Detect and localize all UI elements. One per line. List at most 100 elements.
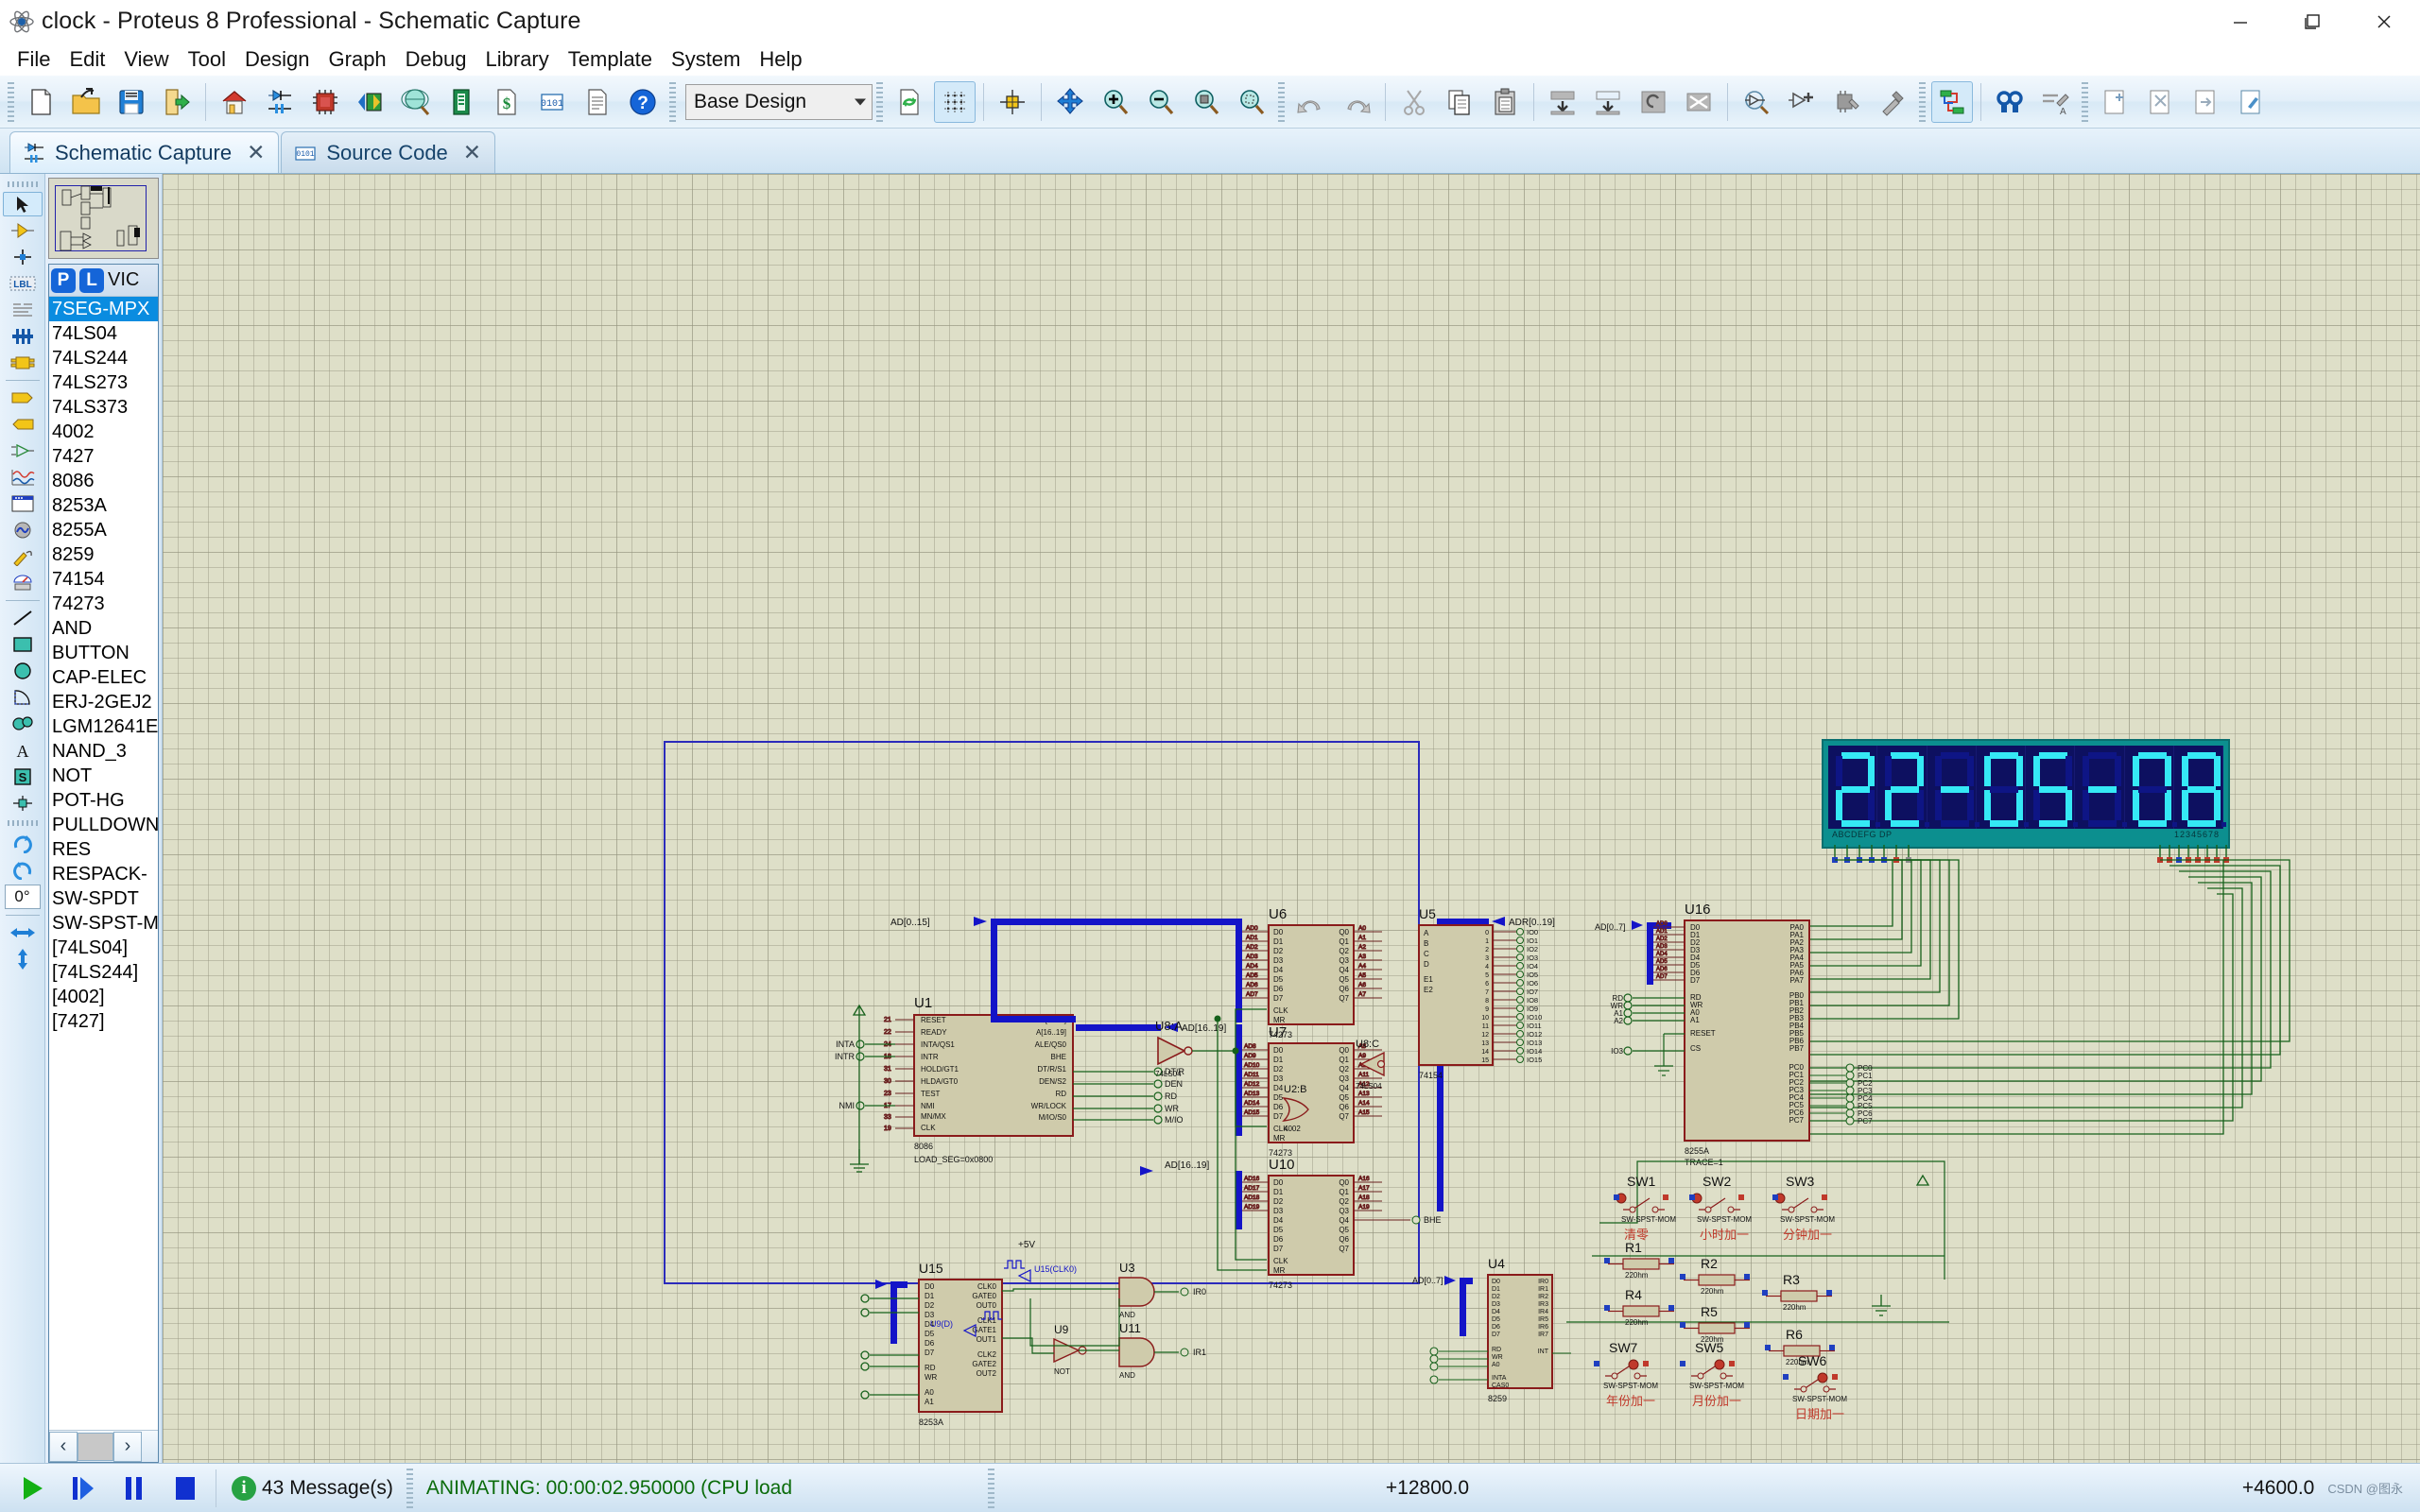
exit-icon[interactable] xyxy=(156,81,198,123)
device-list-item[interactable]: [7427] xyxy=(49,1009,158,1034)
device-list-item[interactable]: 74LS373 xyxy=(49,395,158,420)
path-tool-icon[interactable] xyxy=(3,712,43,736)
terminals-mode-icon-2[interactable] xyxy=(3,412,43,437)
menu-library[interactable]: Library xyxy=(476,45,559,74)
new-sheet-icon[interactable] xyxy=(2094,81,2135,123)
remove-sheet-icon[interactable] xyxy=(2139,81,2181,123)
device-pin-mode-icon[interactable] xyxy=(3,438,43,463)
pan-icon[interactable] xyxy=(1049,81,1091,123)
block-delete-icon[interactable] xyxy=(1678,81,1720,123)
menu-graph[interactable]: Graph xyxy=(320,45,396,74)
bill-of-materials-icon[interactable]: $ xyxy=(486,81,527,123)
redo-icon[interactable] xyxy=(1336,81,1377,123)
marker-tool-icon[interactable] xyxy=(3,791,43,816)
menu-debug[interactable]: Debug xyxy=(396,45,476,74)
close-button[interactable] xyxy=(2348,0,2420,43)
block-copy-icon[interactable] xyxy=(1542,81,1583,123)
menu-template[interactable]: Template xyxy=(559,45,662,74)
maximize-button[interactable] xyxy=(2276,0,2348,43)
graph-mode-icon[interactable] xyxy=(3,465,43,490)
cut-icon[interactable] xyxy=(1393,81,1435,123)
device-list-item[interactable]: 8086 xyxy=(49,469,158,493)
tab-schematic-capture[interactable]: Schematic Capture ✕ xyxy=(9,131,279,173)
help-icon[interactable]: ? xyxy=(622,81,664,123)
object-selector-hscrollbar[interactable]: ‹ › xyxy=(49,1430,158,1462)
pause-icon[interactable] xyxy=(108,1467,159,1510)
device-list-item[interactable]: 8259 xyxy=(49,542,158,567)
copy-icon[interactable] xyxy=(1439,81,1480,123)
refresh-icon[interactable] xyxy=(889,81,930,123)
toolbar-grip-4[interactable] xyxy=(1278,82,1285,122)
exit-sheet-icon[interactable] xyxy=(2185,81,2226,123)
menu-tool[interactable]: Tool xyxy=(179,45,235,74)
rotate-counterclockwise-icon[interactable] xyxy=(3,857,43,882)
close-icon[interactable]: ✕ xyxy=(463,140,481,165)
packaging-tool-icon[interactable] xyxy=(1826,81,1868,123)
gerber-viewer-icon[interactable] xyxy=(395,81,437,123)
device-list-item[interactable]: 74154 xyxy=(49,567,158,592)
mirror-horizontal-icon[interactable] xyxy=(3,920,43,945)
device-list-item[interactable]: 4002 xyxy=(49,420,158,444)
tape-recorder-icon[interactable] xyxy=(3,491,43,516)
rotate-clockwise-icon[interactable] xyxy=(3,831,43,855)
zoom-sheet-icon[interactable] xyxy=(1185,81,1227,123)
search-tag-icon[interactable] xyxy=(1989,81,2031,123)
library-button[interactable]: L xyxy=(79,268,104,293)
circle-tool-icon[interactable] xyxy=(3,659,43,683)
scroll-right-button[interactable]: › xyxy=(113,1432,142,1462)
text-script-mode-icon[interactable] xyxy=(3,298,43,322)
text-tool-icon[interactable]: A xyxy=(3,738,43,763)
block-move-icon[interactable] xyxy=(1587,81,1629,123)
tab-source-code[interactable]: 0101 Source Code ✕ xyxy=(281,131,495,173)
bus-mode-icon[interactable] xyxy=(3,324,43,349)
sheet-selector[interactable]: Base Design xyxy=(685,84,873,120)
device-list-item[interactable]: AND xyxy=(49,616,158,641)
rotation-value[interactable]: 0° xyxy=(5,885,41,909)
device-list-item[interactable]: RES xyxy=(49,837,158,862)
generator-mode-icon[interactable] xyxy=(3,518,43,542)
subcircuit-mode-icon[interactable] xyxy=(3,351,43,375)
device-list-item[interactable]: SW-SPST-M xyxy=(49,911,158,936)
undo-icon[interactable] xyxy=(1290,81,1332,123)
menu-system[interactable]: System xyxy=(662,45,750,74)
device-list-item[interactable]: 8255A xyxy=(49,518,158,542)
play-icon[interactable] xyxy=(6,1467,57,1510)
pick-device-icon[interactable] xyxy=(1736,81,1777,123)
property-assignment-icon[interactable]: A xyxy=(2034,81,2076,123)
minimize-button[interactable] xyxy=(2204,0,2276,43)
scrollbar-thumb[interactable] xyxy=(78,1433,113,1461)
terminals-mode-icon[interactable] xyxy=(3,386,43,410)
device-list-item[interactable]: 7SEG-MPX xyxy=(49,297,158,321)
device-list-item[interactable]: [74LS04] xyxy=(49,936,158,960)
scroll-left-button[interactable]: ‹ xyxy=(49,1432,78,1462)
pick-devices-button[interactable]: P xyxy=(51,268,76,293)
toolbar-grip-3[interactable] xyxy=(876,82,883,122)
message-count-pane[interactable]: i 43 Message(s) xyxy=(222,1468,403,1509)
3d-viewer-icon[interactable] xyxy=(350,81,391,123)
device-list-item[interactable]: 74LS244 xyxy=(49,346,158,370)
junction-dot-mode-icon[interactable] xyxy=(3,245,43,269)
rail-grip[interactable] xyxy=(8,181,38,187)
zoom-area-icon[interactable] xyxy=(1231,81,1272,123)
schematic-capture-icon[interactable] xyxy=(259,81,301,123)
status-grip[interactable] xyxy=(406,1469,413,1508)
device-list-item[interactable]: BUTTON xyxy=(49,641,158,665)
menu-file[interactable]: File xyxy=(8,45,60,74)
zoom-out-icon[interactable] xyxy=(1140,81,1182,123)
device-list-item[interactable]: NAND_3 xyxy=(49,739,158,764)
toggle-grid-icon[interactable] xyxy=(934,81,976,123)
design-notes-icon[interactable] xyxy=(2230,81,2272,123)
schematic-overview-preview[interactable] xyxy=(48,178,159,259)
virtual-instrument-icon[interactable] xyxy=(3,571,43,595)
device-list-item[interactable]: 7427 xyxy=(49,444,158,469)
device-list-item[interactable]: RESPACK- xyxy=(49,862,158,886)
device-list[interactable]: 7SEG-MPX74LS0474LS24474LS27374LS37340027… xyxy=(49,297,158,1430)
status-grip-2[interactable] xyxy=(988,1469,994,1508)
device-list-item[interactable]: PULLDOWN xyxy=(49,813,158,837)
device-list-item[interactable]: POT-HG xyxy=(49,788,158,813)
wire-autorouter-icon[interactable] xyxy=(1931,81,1973,123)
block-rotate-icon[interactable] xyxy=(1633,81,1674,123)
menu-view[interactable]: View xyxy=(114,45,178,74)
decompose-icon[interactable] xyxy=(1872,81,1913,123)
mirror-vertical-icon[interactable] xyxy=(3,947,43,971)
